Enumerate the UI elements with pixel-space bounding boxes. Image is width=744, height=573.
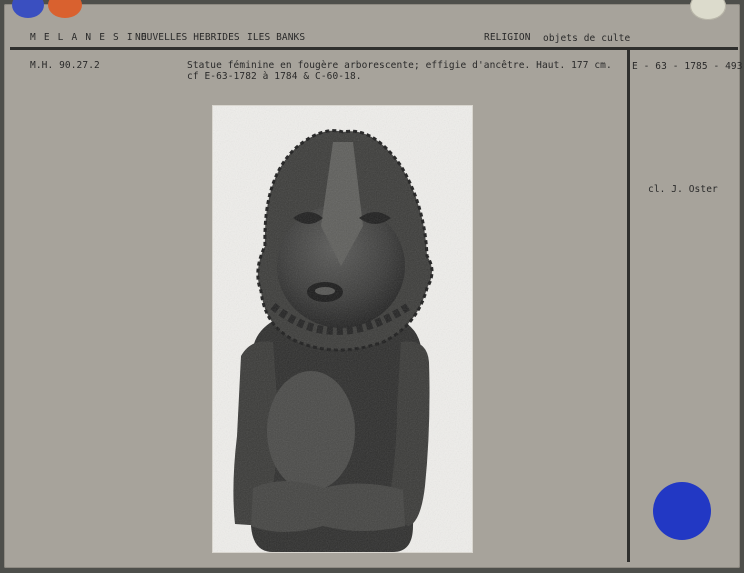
header-islands: NOUVELLES HEBRIDES [135,32,240,43]
header-region: M E L A N E S I E [30,32,148,43]
photo-credit: cl. J. Oster [648,184,718,195]
orange-color-sticker [48,0,82,18]
header-subgroup: ILES BANKS [247,32,306,43]
index-card: M E L A N E S I E NOUVELLES HEBRIDES ILE… [4,0,743,568]
statue-image [213,106,472,552]
column-divider [627,48,630,562]
blue-dot-sticker [653,482,711,540]
header-theme: RELIGION [484,32,531,43]
description-line-1: Statue féminine en fougère arborescente;… [187,60,612,71]
blue-color-sticker [12,0,44,18]
header-category: objets de culte [543,33,631,44]
pale-color-sticker [690,0,726,20]
statue-photograph [213,106,472,552]
description-line-2: cf E-63-1782 à 1784 & C-60-18. [187,71,362,82]
inventory-number: M.H. 90.27.2 [30,60,100,71]
negative-number: E - 63 - 1785 - 493 [632,61,743,72]
